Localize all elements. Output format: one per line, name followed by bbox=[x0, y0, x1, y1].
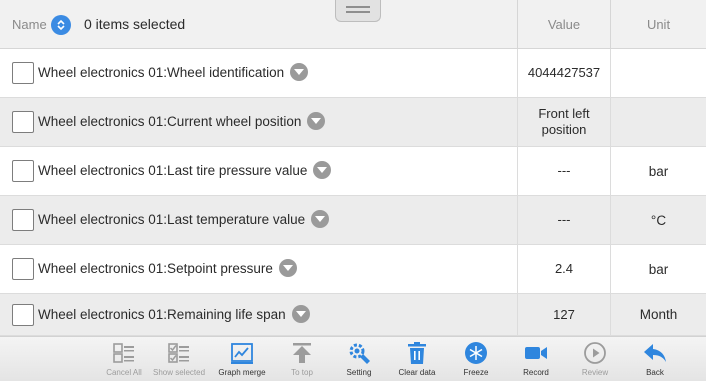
table-header: Name 0 items selected Value Unit bbox=[0, 0, 706, 49]
unit-cell bbox=[610, 49, 706, 97]
row-checkbox[interactable] bbox=[12, 258, 34, 280]
parameter-name: Wheel electronics 01:Setpoint pressure bbox=[38, 259, 297, 278]
table-row[interactable]: Wheel electronics 01:Current wheel posit… bbox=[0, 98, 706, 147]
value-cell: --- bbox=[517, 147, 610, 195]
parameter-name: Wheel electronics 01:Remaining life span bbox=[38, 304, 310, 323]
sort-toggle-button[interactable] bbox=[51, 15, 71, 35]
grid-list-icon bbox=[112, 341, 136, 365]
table-row[interactable]: Wheel electronics 01:Remaining life span… bbox=[0, 294, 706, 336]
row-checkbox[interactable] bbox=[12, 160, 34, 182]
record-label: Record bbox=[523, 368, 549, 377]
graph-merge-button[interactable]: Graph merge bbox=[213, 337, 271, 381]
graph-merge-label: Graph merge bbox=[218, 368, 266, 377]
setting-button[interactable]: Setting bbox=[330, 337, 388, 381]
table-row[interactable]: Wheel electronics 01:Wheel identificatio… bbox=[0, 49, 706, 98]
row-checkbox[interactable] bbox=[12, 209, 34, 231]
unit-cell: °C bbox=[610, 196, 706, 244]
chevron-down-icon[interactable] bbox=[313, 161, 332, 180]
review-label: Review bbox=[581, 368, 609, 377]
name-column-header: Name 0 items selected bbox=[0, 0, 517, 49]
review-button[interactable]: Review bbox=[566, 337, 624, 381]
back-arrow-icon bbox=[643, 341, 667, 365]
pull-down-handle[interactable] bbox=[335, 0, 381, 22]
table-row[interactable]: Wheel electronics 01:Last temperature va… bbox=[0, 196, 706, 245]
unit-cell: bar bbox=[610, 147, 706, 195]
name-column-label: Name bbox=[12, 17, 47, 32]
parameter-name-text: Wheel electronics 01:Remaining life span bbox=[38, 306, 286, 322]
chevron-down-icon[interactable] bbox=[290, 63, 309, 82]
chevron-down-icon[interactable] bbox=[278, 259, 297, 278]
show-selected-button[interactable]: Show selected bbox=[150, 337, 208, 381]
snowflake-icon bbox=[464, 341, 488, 365]
parameter-name: Wheel electronics 01:Last temperature va… bbox=[38, 210, 330, 229]
video-camera-icon bbox=[524, 341, 548, 365]
row-checkbox[interactable] bbox=[12, 303, 34, 326]
record-button[interactable]: Record bbox=[507, 337, 565, 381]
chevron-down-icon[interactable] bbox=[291, 304, 310, 323]
to-top-label: To top bbox=[291, 368, 313, 377]
back-button[interactable]: Back bbox=[626, 337, 684, 381]
row-checkbox[interactable] bbox=[12, 62, 34, 84]
clear-data-label: Clear data bbox=[398, 368, 436, 377]
value-cell: 4044427537 bbox=[517, 49, 610, 97]
value-column-header: Value bbox=[517, 0, 610, 49]
parameter-name-text: Wheel electronics 01:Last tire pressure … bbox=[38, 163, 308, 178]
unit-cell: Month bbox=[610, 294, 706, 335]
name-cell: Wheel electronics 01:Current wheel posit… bbox=[0, 98, 517, 146]
parameter-name-text: Wheel electronics 01:Last temperature va… bbox=[38, 212, 306, 227]
name-cell: Wheel electronics 01:Last temperature va… bbox=[0, 196, 517, 244]
to-top-button[interactable]: To top bbox=[273, 337, 331, 381]
value-cell: 127 bbox=[517, 294, 610, 335]
setting-label: Setting bbox=[346, 368, 372, 377]
checklist-icon bbox=[167, 341, 191, 365]
unit-cell bbox=[610, 98, 706, 146]
value-cell: Front left position bbox=[517, 98, 610, 146]
clear-data-button[interactable]: Clear data bbox=[388, 337, 446, 381]
parameter-name: Wheel electronics 01:Wheel identificatio… bbox=[38, 63, 309, 82]
chevron-down-icon[interactable] bbox=[311, 210, 330, 229]
line-chart-icon bbox=[230, 341, 254, 365]
row-checkbox[interactable] bbox=[12, 111, 34, 133]
parameter-name-text: Wheel electronics 01:Current wheel posit… bbox=[38, 114, 302, 129]
value-cell: --- bbox=[517, 196, 610, 244]
play-circle-icon bbox=[583, 341, 607, 365]
name-cell: Wheel electronics 01:Wheel identificatio… bbox=[0, 49, 517, 97]
trash-icon bbox=[405, 341, 429, 365]
table-row[interactable]: Wheel electronics 01:Setpoint pressure 2.… bbox=[0, 245, 706, 294]
parameter-name: Wheel electronics 01:Current wheel posit… bbox=[38, 112, 326, 131]
freeze-label: Freeze bbox=[463, 368, 489, 377]
cancel-all-label: Cancel All bbox=[106, 368, 142, 377]
name-cell: Wheel electronics 01:Last tire pressure … bbox=[0, 147, 517, 195]
value-cell: 2.4 bbox=[517, 245, 610, 293]
parameter-name: Wheel electronics 01:Last tire pressure … bbox=[38, 161, 332, 180]
arrow-up-bar-icon bbox=[290, 341, 314, 365]
unit-cell: bar bbox=[610, 245, 706, 293]
parameter-name-text: Wheel electronics 01:Wheel identificatio… bbox=[38, 65, 285, 80]
chevron-down-icon[interactable] bbox=[307, 112, 326, 131]
unit-column-header: Unit bbox=[610, 0, 706, 49]
selected-count: 0 items selected bbox=[84, 16, 186, 32]
chevron-up-down-icon bbox=[57, 19, 65, 31]
gear-wrench-icon bbox=[347, 341, 371, 365]
back-label: Back bbox=[646, 368, 664, 377]
name-cell: Wheel electronics 01:Remaining life span bbox=[0, 294, 517, 335]
table-row[interactable]: Wheel electronics 01:Last tire pressure … bbox=[0, 147, 706, 196]
bottom-toolbar: Cancel All Show selected Graph merge To top… bbox=[0, 336, 706, 381]
cancel-all-button[interactable]: Cancel All bbox=[95, 337, 153, 381]
freeze-button[interactable]: Freeze bbox=[447, 337, 505, 381]
name-cell: Wheel electronics 01:Setpoint pressure bbox=[0, 245, 517, 293]
parameter-name-text: Wheel electronics 01:Setpoint pressure bbox=[38, 261, 273, 276]
show-selected-label: Show selected bbox=[152, 368, 206, 377]
